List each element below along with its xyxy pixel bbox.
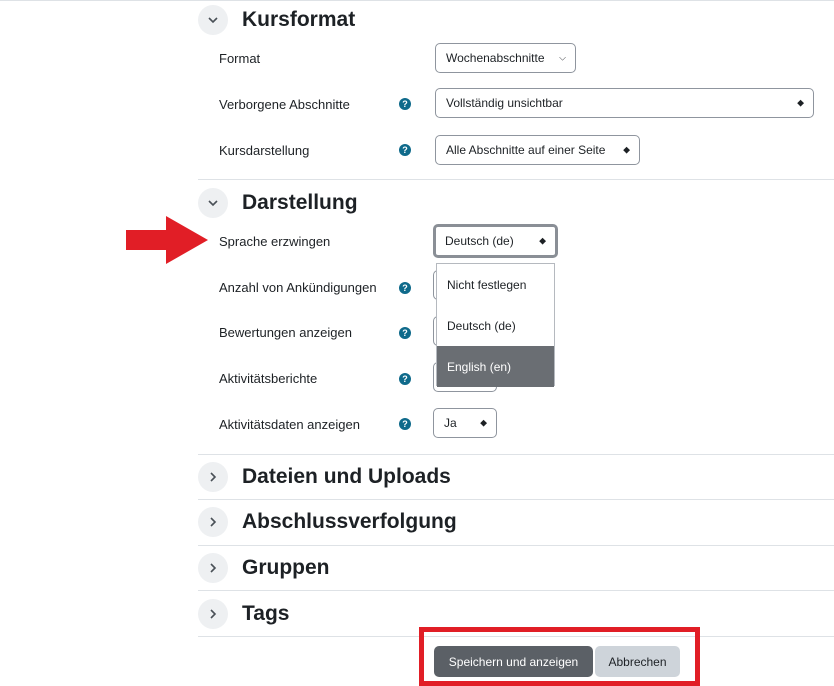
course-layout-select[interactable]: Alle Abschnitte auf einer Seite ◆ [435, 135, 640, 165]
course-layout-value: Alle Abschnitte auf einer Seite [446, 143, 606, 157]
dropdown-option-highlighted[interactable]: English (en) [437, 346, 554, 387]
chevron-down-icon[interactable] [198, 5, 228, 35]
section-divider [198, 499, 834, 500]
section-header-darstellung[interactable]: Darstellung [198, 188, 358, 218]
updown-arrow-icon: ◆ [797, 97, 804, 108]
hidden-sections-label: Verborgene Abschnitte [219, 97, 350, 112]
force-language-select[interactable]: Deutsch (de) ◆ [433, 224, 558, 258]
section-divider [198, 590, 834, 591]
section-title: Darstellung [242, 191, 358, 214]
chevron-right-icon[interactable] [198, 507, 228, 537]
hidden-sections-select[interactable]: Vollständig unsichtbar ◆ [435, 88, 814, 118]
top-divider [0, 0, 834, 1]
format-label: Format [219, 51, 261, 66]
chevron-right-icon[interactable] [198, 553, 228, 583]
save-and-display-button[interactable]: Speichern und anzeigen [434, 646, 593, 677]
activity-dates-label: Aktivitätsdaten anzeigen [219, 417, 360, 432]
section-header-tags[interactable]: Tags [198, 599, 289, 629]
section-title: Tags [242, 602, 290, 625]
updown-arrow-icon: ◆ [480, 417, 487, 428]
section-divider [198, 454, 834, 455]
chevron-down-icon[interactable] [198, 188, 228, 218]
chevron-right-icon[interactable] [198, 462, 228, 492]
activity-dates-value: Ja [444, 416, 457, 430]
help-icon[interactable]: ? [399, 98, 411, 110]
section-title: Kursformat [242, 8, 356, 31]
help-icon[interactable]: ? [399, 373, 411, 385]
section-title: Gruppen [242, 556, 330, 579]
dropdown-option[interactable]: Nicht festlegen [437, 264, 554, 305]
help-icon[interactable]: ? [399, 144, 411, 156]
activity-reports-label: Aktivitätsberichte [219, 371, 318, 386]
dropdown-option[interactable]: Deutsch (de) [437, 305, 554, 346]
activity-dates-select[interactable]: Ja ◆ [433, 408, 497, 438]
section-title: Dateien und Uploads [242, 465, 451, 488]
course-layout-label: Kursdarstellung [219, 143, 310, 158]
show-grades-label: Bewertungen anzeigen [219, 325, 352, 340]
help-icon[interactable]: ? [399, 418, 411, 430]
help-icon[interactable]: ? [399, 327, 411, 339]
hidden-sections-value: Vollständig unsichtbar [446, 96, 563, 110]
force-language-value: Deutsch (de) [445, 234, 514, 248]
announcements-label: Anzahl von Ankündigungen [219, 280, 377, 295]
section-divider [198, 179, 834, 180]
format-select[interactable]: Wochenabschnitte ⌵ [435, 43, 576, 73]
section-header-completion[interactable]: Abschlussverfolgung [198, 507, 457, 537]
updown-arrow-icon: ◆ [623, 144, 630, 155]
force-language-dropdown: Nicht festlegen Deutsch (de) English (en… [436, 263, 555, 387]
section-header-kursformat[interactable]: Kursformat [198, 5, 355, 35]
red-arrow-icon [126, 216, 208, 264]
section-divider [198, 545, 834, 546]
updown-arrow-icon: ◆ [539, 235, 546, 246]
cancel-button[interactable]: Abbrechen [595, 646, 680, 677]
help-icon[interactable]: ? [399, 282, 411, 294]
format-select-value: Wochenabschnitte [446, 51, 545, 65]
section-header-uploads[interactable]: Dateien und Uploads [198, 462, 451, 492]
chevron-right-icon[interactable] [198, 599, 228, 629]
section-title: Abschlussverfolgung [242, 510, 457, 533]
section-header-groups[interactable]: Gruppen [198, 553, 330, 583]
force-language-label: Sprache erzwingen [219, 234, 331, 249]
chevron-down-icon: ⌵ [559, 52, 566, 63]
